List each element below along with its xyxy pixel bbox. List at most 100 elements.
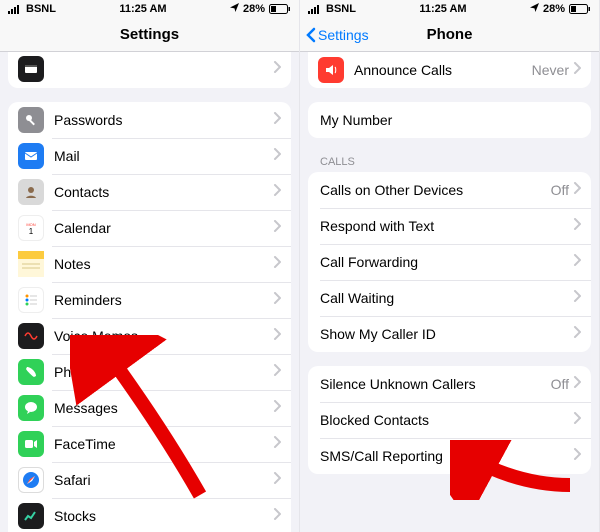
row-calls-other-devices[interactable]: Calls on Other Devices Off xyxy=(308,172,591,208)
phone-settings-screen: BSNL 11:25 AM 28% Settings Phone Announc… xyxy=(300,0,600,532)
row-value: Off xyxy=(551,376,569,392)
row-label: Contacts xyxy=(54,184,273,200)
location-icon xyxy=(230,3,239,15)
phone-content[interactable]: Announce Calls Never My Number CALLS Cal… xyxy=(300,52,599,532)
battery-percent: 28% xyxy=(543,3,565,15)
chevron-right-icon xyxy=(573,217,581,235)
chevron-right-icon xyxy=(273,111,281,129)
row-call-forwarding[interactable]: Call Forwarding xyxy=(308,244,591,280)
chevron-right-icon xyxy=(273,435,281,453)
row-label: Blocked Contacts xyxy=(318,412,573,428)
carrier-label: BSNL xyxy=(26,3,56,15)
row-calendar[interactable]: MON1 Calendar xyxy=(8,210,291,246)
status-bar: BSNL 11:25 AM 28% xyxy=(0,0,299,18)
page-title: Phone xyxy=(427,26,473,43)
nav-bar: Settings xyxy=(0,18,299,52)
nav-bar: Settings Phone xyxy=(300,18,599,52)
chevron-right-icon xyxy=(273,471,281,489)
row-voice-memos[interactable]: Voice Memos xyxy=(8,318,291,354)
chevron-right-icon xyxy=(573,289,581,307)
row-show-my-caller-id[interactable]: Show My Caller ID xyxy=(308,316,591,352)
row-announce-calls[interactable]: Announce Calls Never xyxy=(308,52,591,88)
chevron-right-icon xyxy=(273,399,281,417)
chevron-right-icon xyxy=(273,219,281,237)
row-label: Notes xyxy=(54,256,273,272)
row-label: Stocks xyxy=(54,508,273,524)
key-icon xyxy=(18,107,44,133)
my-number-group: My Number xyxy=(308,102,591,138)
signal-icon xyxy=(8,4,22,14)
chevron-right-icon xyxy=(573,181,581,199)
row-label: Calls on Other Devices xyxy=(318,182,551,198)
row-label: Calendar xyxy=(54,220,273,236)
signal-icon xyxy=(308,4,322,14)
row-reminders[interactable]: Reminders xyxy=(8,282,291,318)
battery-icon xyxy=(569,4,591,14)
settings-content[interactable]: Passwords Mail Contacts MON1 xyxy=(0,52,299,532)
clock: 11:25 AM xyxy=(419,3,466,15)
row-label: SMS/Call Reporting xyxy=(318,448,573,464)
row-contacts[interactable]: Contacts xyxy=(8,174,291,210)
chevron-right-icon xyxy=(273,60,281,78)
row-safari[interactable]: Safari xyxy=(8,462,291,498)
chevron-right-icon xyxy=(573,375,581,393)
blocking-group: Silence Unknown Callers Off Blocked Cont… xyxy=(308,366,591,474)
clock: 11:25 AM xyxy=(119,3,166,15)
announce-group: Announce Calls Never xyxy=(308,52,591,88)
row-sms-call-reporting[interactable]: SMS/Call Reporting xyxy=(308,438,591,474)
row-label: My Number xyxy=(318,112,581,128)
safari-icon xyxy=(18,467,44,493)
row-label: Mail xyxy=(54,148,273,164)
chevron-right-icon xyxy=(273,147,281,165)
row-facetime[interactable]: FaceTime xyxy=(8,426,291,462)
calls-group: Calls on Other Devices Off Respond with … xyxy=(308,172,591,352)
row-label: Show My Caller ID xyxy=(318,326,573,342)
chevron-right-icon xyxy=(573,411,581,429)
chevron-right-icon xyxy=(573,325,581,343)
chevron-right-icon xyxy=(273,327,281,345)
row-blocked-contacts[interactable]: Blocked Contacts xyxy=(308,402,591,438)
voice-memos-icon xyxy=(18,323,44,349)
back-label: Settings xyxy=(318,27,369,43)
row-label: Voice Memos xyxy=(54,328,273,344)
row-mail[interactable]: Mail xyxy=(8,138,291,174)
row-my-number[interactable]: My Number xyxy=(308,102,591,138)
chevron-right-icon xyxy=(273,255,281,273)
row-label: Call Waiting xyxy=(318,290,573,306)
row-passwords[interactable]: Passwords xyxy=(8,102,291,138)
apps-list: Passwords Mail Contacts MON1 xyxy=(8,102,291,532)
calendar-icon: MON1 xyxy=(18,215,44,241)
row-call-waiting[interactable]: Call Waiting xyxy=(308,280,591,316)
battery-percent: 28% xyxy=(243,3,265,15)
chevron-right-icon xyxy=(273,291,281,309)
chevron-right-icon xyxy=(273,183,281,201)
svg-text:1: 1 xyxy=(29,227,34,236)
facetime-icon xyxy=(18,431,44,457)
row-value: Off xyxy=(551,182,569,198)
row-phone[interactable]: Phone xyxy=(8,354,291,390)
row-notes[interactable]: Notes xyxy=(8,246,291,282)
wallet-icon xyxy=(18,56,44,82)
calls-header: CALLS xyxy=(308,152,591,172)
status-bar: BSNL 11:25 AM 28% xyxy=(300,0,599,18)
settings-screen: BSNL 11:25 AM 28% Settings xyxy=(0,0,300,532)
row-respond-with-text[interactable]: Respond with Text xyxy=(308,208,591,244)
location-icon xyxy=(530,3,539,15)
mail-icon xyxy=(18,143,44,169)
chevron-right-icon xyxy=(573,61,581,79)
row-label: Safari xyxy=(54,472,273,488)
row-label: Phone xyxy=(54,364,273,380)
reminders-icon xyxy=(18,287,44,313)
carrier-label: BSNL xyxy=(326,3,356,15)
row-silence-unknown[interactable]: Silence Unknown Callers Off xyxy=(308,366,591,402)
back-button[interactable]: Settings xyxy=(306,27,369,43)
notes-icon xyxy=(18,251,44,277)
row-label: Announce Calls xyxy=(354,62,532,78)
row-messages[interactable]: Messages xyxy=(8,390,291,426)
announce-icon xyxy=(318,57,344,83)
partial-row[interactable] xyxy=(8,52,291,88)
chevron-left-icon xyxy=(306,27,316,43)
stocks-icon xyxy=(18,503,44,529)
row-stocks[interactable]: Stocks xyxy=(8,498,291,532)
chevron-right-icon xyxy=(573,253,581,271)
